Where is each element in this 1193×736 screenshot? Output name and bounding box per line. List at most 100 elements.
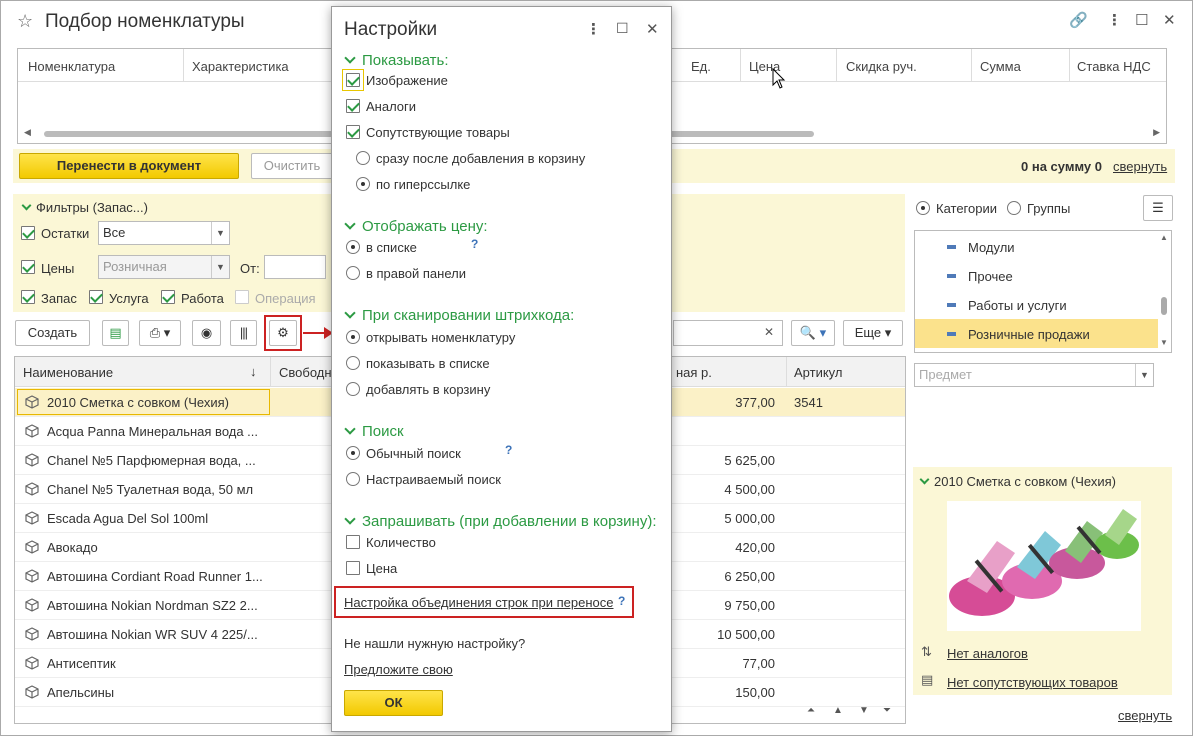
- create-button[interactable]: Создать: [15, 320, 90, 346]
- cart-col-sum[interactable]: Сумма: [980, 59, 1021, 74]
- col-name[interactable]: Наименование: [23, 365, 113, 380]
- price-from-input[interactable]: [264, 255, 326, 279]
- ok-button[interactable]: ОК: [344, 690, 443, 716]
- price-type-select[interactable]: Розничная ▼: [98, 255, 230, 279]
- dialog-maximize-icon[interactable]: ☐: [616, 20, 629, 37]
- prices-checkbox[interactable]: [21, 260, 35, 274]
- search-help-icon[interactable]: ?: [505, 443, 512, 457]
- nav-first-icon[interactable]: ⏶: [807, 705, 815, 716]
- print-icon[interactable]: ⎙ ▾: [139, 320, 181, 346]
- export-excel-icon[interactable]: ▤: [102, 320, 129, 346]
- settings-gear-icon[interactable]: ⚙: [269, 320, 297, 346]
- search-options-icon[interactable]: 🔍 ▾: [791, 320, 835, 346]
- merge-help-icon[interactable]: ?: [618, 594, 625, 608]
- suggest-link[interactable]: Предложите свою: [344, 662, 453, 677]
- scroll-left-icon[interactable]: ◀: [24, 127, 31, 138]
- sort-down-icon[interactable]: ↓: [250, 364, 257, 379]
- category-item[interactable]: Прочее: [915, 261, 1158, 290]
- cart-col-characteristic[interactable]: Характеристика: [192, 59, 289, 74]
- nav-down-icon[interactable]: ▼: [859, 705, 869, 716]
- stock-label: Остатки: [41, 226, 90, 241]
- merge-settings-link[interactable]: Настройка объединения строк при переносе: [344, 595, 614, 610]
- search-input[interactable]: ✕: [673, 320, 783, 346]
- filters-header[interactable]: Фильтры (Запас...): [21, 200, 148, 215]
- cart-col-manual-discount[interactable]: Скидка руч.: [846, 59, 917, 74]
- cart-col-vat-rate[interactable]: Ставка НДС: [1077, 59, 1151, 74]
- nav-up-icon[interactable]: ▲: [833, 705, 843, 716]
- show-image-checkbox[interactable]: [346, 73, 360, 87]
- no-related-link[interactable]: Нет сопутствующих товаров: [947, 675, 1118, 690]
- panel-collapse-link[interactable]: свернуть: [1118, 708, 1172, 723]
- barcode-show-radio[interactable]: [346, 356, 360, 370]
- related-after-add-radio[interactable]: [356, 151, 370, 165]
- category-marker-icon: [947, 332, 956, 336]
- subject-select[interactable]: Предмет ▼: [914, 363, 1154, 387]
- related-by-link-radio[interactable]: [356, 177, 370, 191]
- no-analogs-link[interactable]: Нет аналогов: [947, 646, 1028, 661]
- type-service-checkbox[interactable]: [89, 290, 103, 304]
- transfer-to-document-button[interactable]: Перенести в документ: [19, 153, 239, 179]
- dialog-more-icon[interactable]: ⋮: [586, 20, 601, 38]
- nav-last-icon[interactable]: ⏷: [883, 705, 891, 716]
- maximize-icon[interactable]: ☐: [1135, 11, 1148, 29]
- search-normal-radio[interactable]: [346, 446, 360, 460]
- close-icon[interactable]: ✕: [1163, 11, 1176, 29]
- view-eye-icon[interactable]: ◉: [192, 320, 221, 346]
- price-in-list-label: в списке: [366, 240, 417, 255]
- categories-radio[interactable]: [916, 201, 930, 215]
- ask-quantity-checkbox[interactable]: [346, 535, 360, 549]
- col-article[interactable]: Артикул: [794, 365, 842, 380]
- price-help-icon[interactable]: ?: [471, 237, 478, 251]
- clear-button[interactable]: Очистить: [251, 153, 333, 179]
- scroll-down-icon[interactable]: ▼: [1160, 338, 1168, 347]
- ask-section-header[interactable]: Запрашивать (при добавлении в корзину):: [344, 513, 657, 530]
- scroll-up-icon[interactable]: ▲: [1160, 233, 1168, 242]
- category-list-scrollbar[interactable]: ▲ ▼: [1157, 231, 1171, 352]
- search-section-header[interactable]: Поиск: [344, 423, 404, 440]
- dropdown-icon[interactable]: ▼: [211, 222, 229, 244]
- favorite-star-icon[interactable]: ☆: [17, 11, 33, 32]
- category-item[interactable]: Работы и услуги: [915, 290, 1158, 319]
- category-item[interactable]: Модули: [915, 232, 1158, 261]
- stock-checkbox[interactable]: [21, 226, 35, 240]
- subject-placeholder: Предмет: [919, 367, 972, 382]
- scroll-right-icon[interactable]: ▶: [1153, 127, 1160, 138]
- price-in-list-radio[interactable]: [346, 240, 360, 254]
- product-card-header[interactable]: 2010 Сметка с совком (Чехия): [919, 474, 1116, 489]
- barcode-open-radio[interactable]: [346, 330, 360, 344]
- type-stock-checkbox[interactable]: [21, 290, 35, 304]
- category-item[interactable]: Розничные продажи: [915, 319, 1158, 348]
- barcode-section-header[interactable]: При сканировании штрихкода:: [344, 307, 574, 324]
- type-work-checkbox[interactable]: [161, 290, 175, 304]
- dialog-close-icon[interactable]: ✕: [646, 20, 659, 38]
- col-price[interactable]: ная р.: [676, 365, 712, 380]
- link-icon[interactable]: 🔗: [1069, 11, 1088, 29]
- category-list[interactable]: Модули Прочее Работы и услуги Розничные про…: [914, 230, 1172, 353]
- col-free[interactable]: Свободн: [279, 365, 332, 380]
- product-image[interactable]: [947, 501, 1141, 631]
- cart-collapse-link[interactable]: свернуть: [1113, 159, 1167, 174]
- category-marker-icon: [947, 303, 956, 307]
- show-analogs-checkbox[interactable]: [346, 99, 360, 113]
- cart-col-unit[interactable]: Ед.: [691, 59, 711, 74]
- price-in-panel-radio[interactable]: [346, 266, 360, 280]
- show-section-header[interactable]: Показывать:: [344, 52, 449, 69]
- ask-price-checkbox[interactable]: [346, 561, 360, 575]
- show-related-checkbox[interactable]: [346, 125, 360, 139]
- groups-radio[interactable]: [1007, 201, 1021, 215]
- price-section-header[interactable]: Отображать цену:: [344, 218, 488, 235]
- more-actions-icon[interactable]: ⋮: [1107, 11, 1122, 29]
- type-operation-label: Операция: [255, 291, 316, 306]
- clear-search-icon[interactable]: ✕: [764, 325, 774, 339]
- cart-col-nomenclature[interactable]: Номенклатура: [28, 59, 115, 74]
- search-custom-radio[interactable]: [346, 472, 360, 486]
- dropdown-icon[interactable]: ▼: [211, 256, 229, 278]
- more-button[interactable]: Еще ▾: [843, 320, 903, 346]
- barcode-icon[interactable]: |||: [230, 320, 257, 346]
- barcode-add-radio[interactable]: [346, 382, 360, 396]
- type-operation-checkbox[interactable]: [235, 290, 249, 304]
- prices-label: Цены: [41, 261, 75, 276]
- dropdown-icon[interactable]: ▼: [1135, 364, 1153, 386]
- filter-menu-icon[interactable]: ☰: [1143, 195, 1173, 221]
- stock-select[interactable]: Все ▼: [98, 221, 230, 245]
